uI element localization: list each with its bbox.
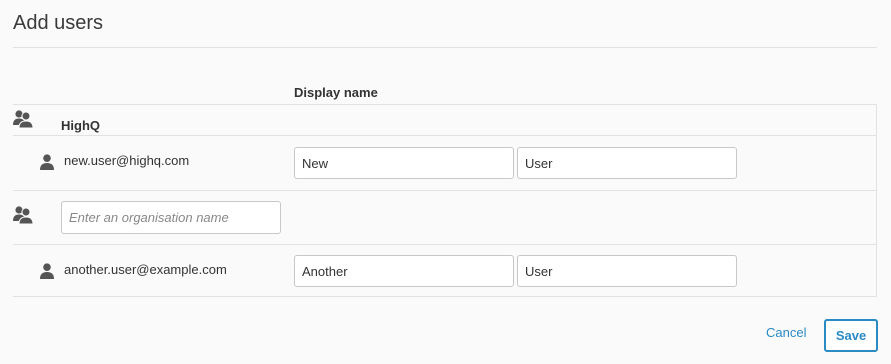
save-button[interactable]: Save xyxy=(824,319,878,352)
organisation-name: HighQ xyxy=(61,118,100,133)
title-divider xyxy=(13,47,877,48)
users-table: HighQ new.user@highq.com another.user@ex… xyxy=(13,104,877,297)
user-icon xyxy=(40,263,54,279)
user-email: another.user@example.com xyxy=(64,262,227,277)
organisation-row: HighQ xyxy=(13,105,876,136)
first-name-input[interactable] xyxy=(294,255,514,287)
user-row: new.user@highq.com xyxy=(13,136,876,190)
first-name-input[interactable] xyxy=(294,147,514,179)
organisation-name-input[interactable] xyxy=(61,201,281,234)
cancel-button[interactable]: Cancel xyxy=(766,325,806,340)
group-icon xyxy=(13,110,34,129)
dialog-title: Add users xyxy=(13,12,104,34)
last-name-input[interactable] xyxy=(517,255,737,287)
display-name-column-header: Display name xyxy=(294,85,378,100)
last-name-input[interactable] xyxy=(517,147,737,179)
organisation-row xyxy=(13,191,876,244)
user-row: another.user@example.com xyxy=(13,245,876,297)
user-email: new.user@highq.com xyxy=(64,153,190,168)
user-icon xyxy=(40,154,54,170)
group-icon xyxy=(13,206,34,225)
